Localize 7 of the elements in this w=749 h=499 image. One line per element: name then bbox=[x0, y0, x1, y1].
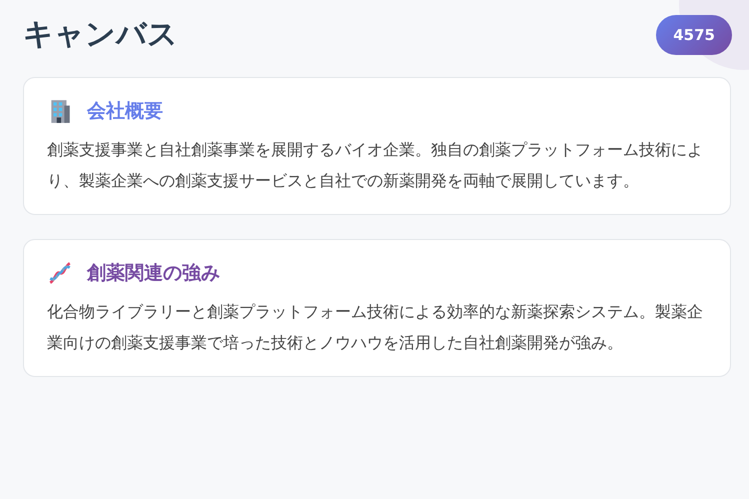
code-badge: 4575 bbox=[656, 14, 732, 54]
card-description: 創薬支援事業と自社創薬事業を展開するバイオ企業。独自の創薬プラットフォーム技術により、製薬企業への創薬支援サービスと自社での新薬開発を両軸で展開しています。 bbox=[47, 139, 704, 192]
page-title: キャンバス bbox=[23, 16, 178, 54]
dna-icon bbox=[47, 260, 73, 286]
card-title: 創薬関連の強み bbox=[87, 261, 220, 286]
card-title: 会社概要 bbox=[87, 99, 163, 124]
card-description: 化合物ライブラリーと創薬プラットフォーム技術による効率的な新薬探索システム。製薬企業向けの創薬支援事業で培った技術とノウハウを活用した自社創薬開発が強み。 bbox=[47, 301, 704, 354]
